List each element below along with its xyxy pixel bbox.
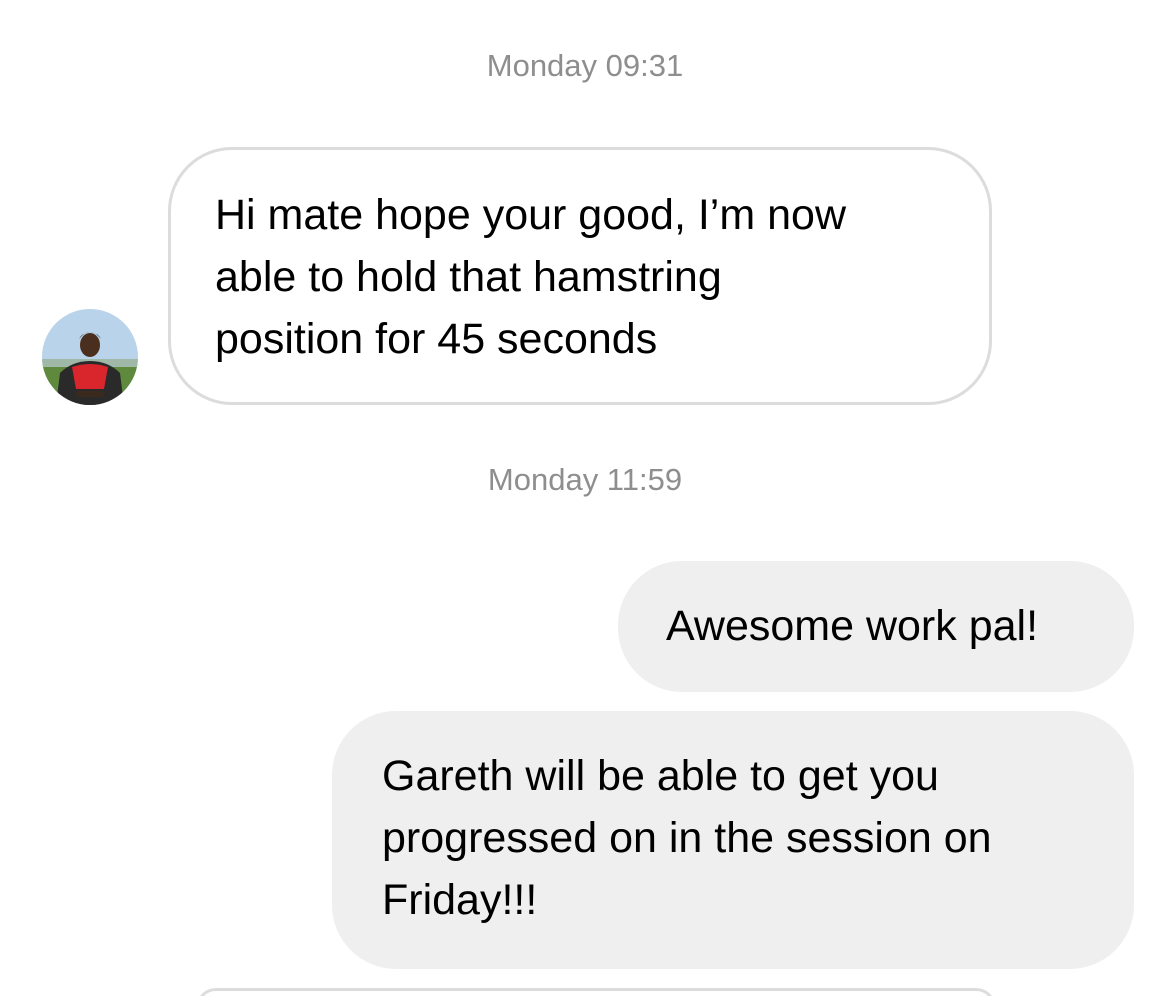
outgoing-message-bubble-1[interactable]: Awesome work pal! xyxy=(618,561,1134,692)
avatar-photo-icon xyxy=(42,309,138,405)
timestamp-1: Monday 09:31 xyxy=(486,48,684,83)
incoming-message-bubble[interactable]: Hi mate hope your good, I’m now able to … xyxy=(168,147,992,405)
outgoing-message-bubble-2[interactable]: Gareth will be able to get you progresse… xyxy=(332,711,1134,969)
timestamp-2: Monday 11:59 xyxy=(487,462,683,497)
next-incoming-message-bubble-partial[interactable] xyxy=(196,988,996,996)
message-thread[interactable]: Monday 09:31 Hi mate hope your good, I’m… xyxy=(0,0,1170,996)
contact-avatar[interactable] xyxy=(42,309,138,405)
